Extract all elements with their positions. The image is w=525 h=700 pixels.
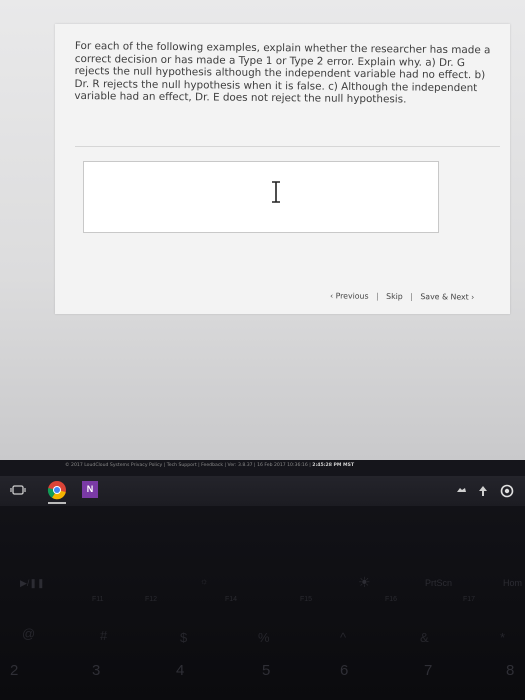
- text-cursor-icon: [272, 181, 280, 203]
- active-app-indicator: [48, 502, 66, 504]
- status-icon[interactable]: [500, 484, 514, 498]
- privacy-link[interactable]: Privacy Policy: [131, 463, 162, 468]
- window-switch-icon[interactable]: [10, 482, 26, 498]
- answer-textarea[interactable]: [83, 161, 439, 233]
- save-next-button[interactable]: Save & Next ›: [420, 292, 474, 301]
- media-key-icon: ▶/❚❚: [20, 578, 45, 588]
- question-navigation: ‹ Previous | Skip | Save & Next ›: [330, 291, 474, 301]
- taskbar: N: [0, 476, 525, 506]
- key-dollar[interactable]: $: [180, 630, 187, 645]
- previous-button[interactable]: ‹ Previous: [330, 291, 369, 300]
- key-8[interactable]: 8: [506, 662, 514, 679]
- tech-support-link[interactable]: Tech Support: [167, 463, 197, 468]
- browser-screen: For each of the following examples, expl…: [0, 0, 525, 460]
- key-caret[interactable]: ^: [340, 630, 346, 645]
- brightness-up-icon: ☀: [358, 574, 371, 590]
- network-icon[interactable]: [478, 485, 488, 497]
- question-card: For each of the following examples, expl…: [55, 24, 510, 314]
- key-6[interactable]: 6: [340, 662, 348, 679]
- version-text: Ver: 3.8.37: [227, 463, 253, 468]
- key-f17[interactable]: F17: [463, 596, 475, 603]
- brightness-down-icon: ☼: [200, 576, 209, 586]
- question-text: For each of the following examples, expl…: [74, 40, 491, 106]
- key-hash[interactable]: #: [100, 628, 107, 643]
- nav-separator: |: [410, 292, 413, 302]
- copyright-text: © 2017 LoudCloud Systems: [65, 463, 130, 468]
- skip-button[interactable]: Skip: [386, 292, 403, 301]
- onenote-icon[interactable]: N: [82, 481, 98, 498]
- cloud-icon[interactable]: [455, 486, 467, 496]
- key-f16[interactable]: F16: [385, 596, 397, 603]
- page-footer: © 2017 LoudCloud Systems Privacy Policy …: [65, 463, 355, 468]
- nav-separator: |: [375, 291, 379, 301]
- key-percent[interactable]: %: [258, 630, 270, 645]
- key-3[interactable]: 3: [92, 662, 100, 679]
- key-f12[interactable]: F12: [145, 596, 157, 603]
- key-2[interactable]: 2: [10, 662, 18, 679]
- key-at[interactable]: @: [22, 626, 35, 641]
- key-home[interactable]: Hom: [503, 578, 522, 588]
- key-ampersand[interactable]: &: [420, 630, 429, 645]
- divider: [75, 146, 500, 147]
- key-f14[interactable]: F14: [225, 596, 237, 603]
- key-prtscn[interactable]: PrtScn: [425, 578, 452, 588]
- key-f11[interactable]: F11: [92, 596, 104, 603]
- chrome-icon[interactable]: [47, 480, 67, 500]
- key-4[interactable]: 4: [176, 662, 184, 679]
- keyboard-photo: ▶/❚❚ F11 F12 ☼ F14 F15 ☀ F16 F17 PrtScn …: [0, 506, 525, 700]
- time-text: 2:45:28 PM MST: [312, 463, 355, 468]
- key-7[interactable]: 7: [424, 662, 432, 679]
- key-5[interactable]: 5: [262, 662, 270, 679]
- key-f15[interactable]: F15: [300, 596, 312, 603]
- key-asterisk[interactable]: *: [500, 630, 505, 645]
- date-text: 16 Feb 2017 10:36:16: [257, 463, 308, 468]
- feedback-link[interactable]: Feedback: [201, 463, 223, 468]
